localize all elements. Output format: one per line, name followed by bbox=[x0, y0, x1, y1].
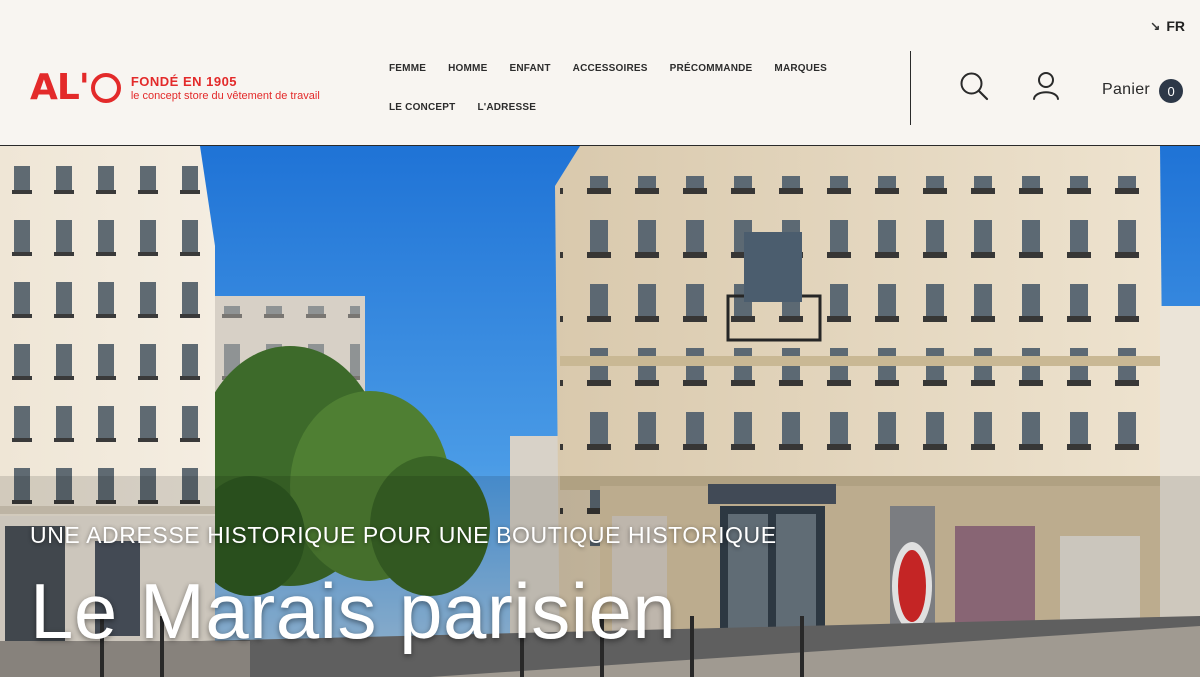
nav-item-homme[interactable]: HOMME bbox=[437, 52, 498, 91]
logo-mark: AL' bbox=[30, 70, 121, 106]
logo-mark-text: AL' bbox=[30, 67, 90, 108]
account-button[interactable] bbox=[1028, 68, 1064, 104]
cart-label: Panier bbox=[1102, 80, 1151, 98]
language-switcher[interactable]: ↘ FR bbox=[1150, 18, 1185, 34]
hero-banner[interactable]: UNE ADRESSE HISTORIQUE POUR UNE BOUTIQUE… bbox=[0, 146, 1200, 677]
site-logo[interactable]: AL' FONDÉ EN 1905 le concept store du vê… bbox=[30, 70, 320, 106]
hero-title: Le Marais parisien bbox=[30, 567, 677, 655]
nav-item-femme[interactable]: FEMME bbox=[378, 52, 437, 91]
nav-item-precommande[interactable]: PRÉCOMMANDE bbox=[659, 52, 764, 91]
nav-item-enfant[interactable]: ENFANT bbox=[498, 52, 561, 91]
nav-item-accessoires[interactable]: ACCESSOIRES bbox=[562, 52, 659, 91]
arrow-down-right-icon: ↘ bbox=[1150, 19, 1161, 33]
search-button[interactable] bbox=[956, 68, 992, 104]
main-nav: FEMME HOMME ENFANT ACCESSOIRES PRÉCOMMAN… bbox=[378, 52, 898, 130]
nav-item-le-concept[interactable]: LE CONCEPT bbox=[378, 91, 466, 130]
logo-text: FONDÉ EN 1905 le concept store du vêteme… bbox=[131, 74, 320, 102]
logo-subtitle: le concept store du vêtement de travail bbox=[130, 90, 320, 102]
language-label: FR bbox=[1166, 18, 1185, 34]
site-header: ↘ FR AL' FONDÉ EN 1905 le concept store … bbox=[0, 0, 1200, 146]
hero-eyebrow: UNE ADRESSE HISTORIQUE POUR UNE BOUTIQUE… bbox=[30, 522, 777, 548]
user-icon bbox=[1033, 72, 1059, 100]
logo-o-circle bbox=[90, 73, 121, 103]
search-icon bbox=[960, 72, 989, 101]
cart-count-badge: 0 bbox=[1159, 79, 1184, 103]
logo-title: FONDÉ EN 1905 bbox=[130, 74, 238, 89]
cart-button[interactable]: Panier 0 bbox=[1102, 76, 1184, 103]
nav-item-marques[interactable]: MARQUES bbox=[763, 52, 838, 91]
header-divider bbox=[910, 51, 911, 125]
nav-item-adresse[interactable]: L'ADRESSE bbox=[466, 91, 547, 130]
